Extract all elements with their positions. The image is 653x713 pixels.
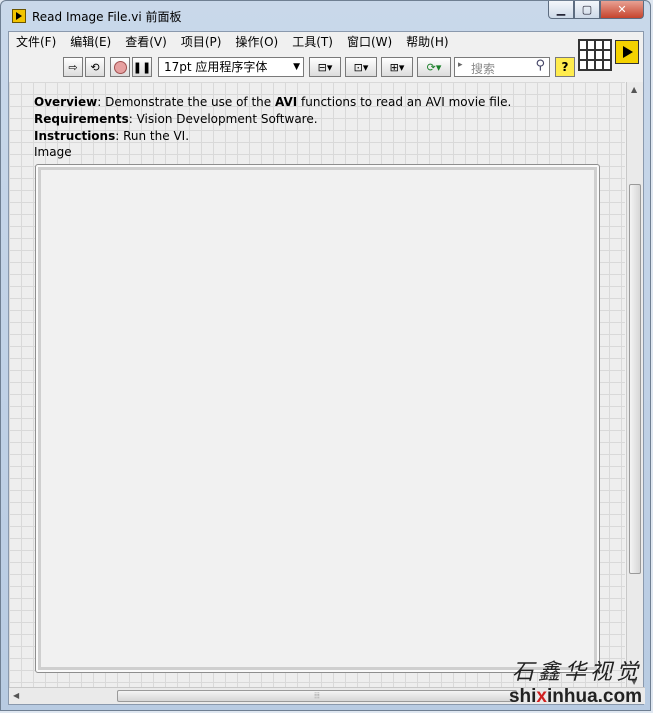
connector-terminal <box>579 50 587 60</box>
watermark-site-post: inhua.com <box>546 686 642 707</box>
connector-pane[interactable] <box>578 39 612 71</box>
menu-tools[interactable]: 工具(T) <box>285 32 340 53</box>
menu-file[interactable]: 文件(F) <box>9 32 63 53</box>
pause-button[interactable]: ❚❚ <box>132 57 152 77</box>
overview-text-bold: AVI <box>274 95 298 109</box>
font-select[interactable]: 17pt 应用程序字体 ▼ <box>158 57 304 77</box>
connector-terminal <box>595 40 603 50</box>
menu-help[interactable]: 帮助(H) <box>399 32 455 53</box>
app-window: Read Image File.vi 前面板 ▁ ▢ ✕ 文件(F) 编辑(E)… <box>0 0 651 711</box>
minimize-button[interactable]: ▁ <box>548 1 574 19</box>
menu-operate[interactable]: 操作(O) <box>228 32 285 53</box>
labview-vi-icon <box>12 9 26 23</box>
front-panel-grid[interactable]: Overview: Demonstrate the use of the AVI… <box>9 82 625 689</box>
run-arrow-icon: ⇨ <box>68 60 78 74</box>
run-button[interactable]: ⇨ <box>63 57 83 77</box>
instructions-line: Instructions: Run the VI. <box>34 128 511 145</box>
menu-bar: 文件(F) 编辑(E) 查看(V) 项目(P) 操作(O) 工具(T) 窗口(W… <box>9 32 579 53</box>
connector-terminal <box>603 40 611 50</box>
distribute-objects-icon: ⊡▾ <box>353 60 369 74</box>
connector-terminal <box>603 60 611 70</box>
title-bar[interactable]: Read Image File.vi 前面板 ▁ ▢ ✕ <box>1 1 650 31</box>
toolbar: ⇨ ⟲ ❚❚ 17pt 应用程序字体 ▼ ⊟▾ ⊡▾ ⊞▾ ⟳▾ ▸ 搜索 ⚲ … <box>9 54 579 80</box>
context-help-button[interactable]: ? <box>555 57 575 77</box>
watermark: 石鑫华视觉 shixinhua.com <box>509 654 642 708</box>
run-continuously-button[interactable]: ⟲ <box>85 57 105 77</box>
connector-terminal <box>603 50 611 60</box>
instructions-label: Instructions <box>34 129 116 143</box>
connector-terminal <box>587 40 595 50</box>
instructions-text: : Run the VI. <box>115 129 190 143</box>
search-box[interactable]: ▸ 搜索 ⚲ <box>454 57 550 77</box>
menu-edit[interactable]: 编辑(E) <box>63 32 118 53</box>
run-continuously-icon: ⟲ <box>90 60 100 74</box>
connector-terminal <box>587 60 595 70</box>
connector-terminal <box>579 40 587 50</box>
close-button[interactable]: ✕ <box>600 1 644 19</box>
watermark-site-x: x <box>536 686 547 707</box>
search-icon[interactable]: ⚲ <box>535 58 545 73</box>
reorder-icon: ⟳▾ <box>426 60 442 74</box>
font-select-value: 17pt 应用程序字体 <box>164 60 268 74</box>
maximize-button[interactable]: ▢ <box>574 1 600 19</box>
connector-terminal <box>587 50 595 60</box>
resize-objects-button[interactable]: ⊞▾ <box>381 57 413 77</box>
requirements-text: : Vision Development Software. <box>128 112 318 126</box>
description-block: Overview: Demonstrate the use of the AVI… <box>34 94 511 145</box>
window-controls: ▁ ▢ ✕ <box>548 1 644 20</box>
scroll-left-icon[interactable]: ◀ <box>13 691 19 700</box>
vertical-scroll-thumb[interactable] <box>629 184 641 574</box>
resize-objects-icon: ⊞▾ <box>389 60 405 74</box>
connector-terminal <box>595 50 603 60</box>
abort-button[interactable] <box>110 57 130 77</box>
align-objects-icon: ⊟▾ <box>317 60 333 74</box>
menu-window[interactable]: 窗口(W) <box>340 32 399 53</box>
front-panel-client: 文件(F) 编辑(E) 查看(V) 项目(P) 操作(O) 工具(T) 窗口(W… <box>8 31 645 705</box>
overview-line: Overview: Demonstrate the use of the AVI… <box>34 94 511 111</box>
connector-terminal <box>595 60 603 70</box>
requirements-label: Requirements <box>34 112 129 126</box>
reorder-button[interactable]: ⟳▾ <box>417 57 451 77</box>
watermark-calligraphy: 石鑫华视觉 <box>511 660 642 685</box>
connector-terminal <box>579 60 587 70</box>
overview-text-pre: : Demonstrate the use of the <box>97 95 275 109</box>
menu-view[interactable]: 查看(V) <box>118 32 174 53</box>
overview-label: Overview <box>34 95 98 109</box>
menu-project[interactable]: 项目(P) <box>174 32 229 53</box>
align-objects-button[interactable]: ⊟▾ <box>309 57 341 77</box>
vi-icon[interactable] <box>615 40 639 64</box>
window-title: Read Image File.vi 前面板 <box>32 10 182 24</box>
search-placeholder: 搜索 <box>471 62 496 76</box>
image-display-label: Image <box>34 145 72 159</box>
horizontal-scroll-thumb[interactable]: ⦙⦙⦙ <box>117 690 517 702</box>
chevron-down-icon: ▼ <box>293 62 300 72</box>
scroll-up-icon[interactable]: ▲ <box>631 85 637 94</box>
requirements-line: Requirements: Vision Development Softwar… <box>34 111 511 128</box>
overview-text-post: functions to read an AVI movie file. <box>297 95 512 109</box>
vertical-scrollbar[interactable]: ▲ ▼ <box>626 82 643 689</box>
watermark-site: shixinhua.com <box>509 686 642 708</box>
search-options-icon: ▸ <box>458 60 463 70</box>
stop-icon <box>113 60 127 74</box>
distribute-objects-button[interactable]: ⊡▾ <box>345 57 377 77</box>
watermark-site-pre: shi <box>508 686 537 707</box>
image-display[interactable] <box>35 164 600 673</box>
pause-icon: ❚❚ <box>132 60 152 74</box>
